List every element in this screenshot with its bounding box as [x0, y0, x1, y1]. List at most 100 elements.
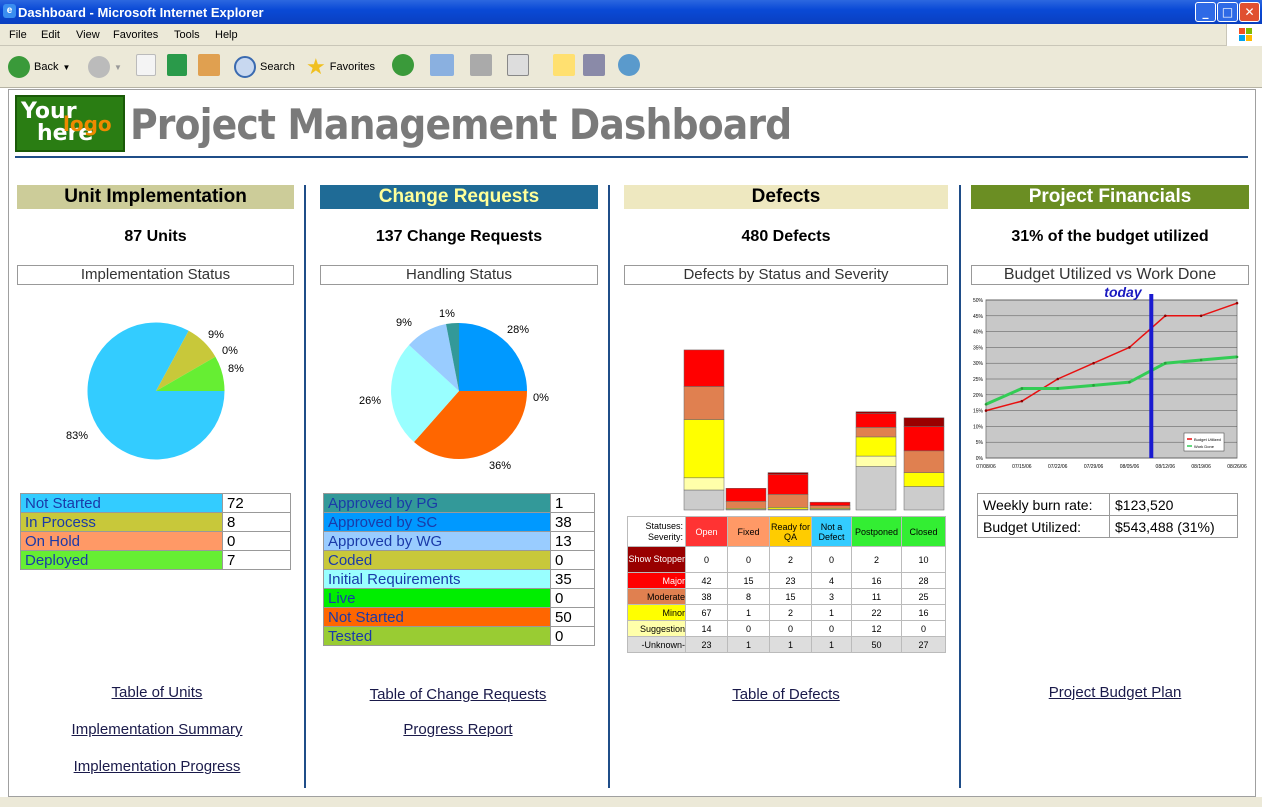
- handling-status-title: Handling Status: [320, 265, 598, 285]
- unit-count: 87 Units: [124, 228, 187, 245]
- x-tick-label: 07/08/06: [976, 464, 996, 470]
- severity-row-unknown: -Unknown- 23 1 1 1 50 27: [627, 636, 946, 653]
- project-budget-plan-link[interactable]: Project Budget Plan: [971, 684, 1259, 701]
- bar-segment: [903, 450, 945, 473]
- search-icon: [234, 56, 256, 78]
- bar-segment: [855, 427, 897, 438]
- x-tick-label: 08/12/06: [1156, 464, 1176, 470]
- handling-status-pie: [391, 322, 527, 460]
- menu-file[interactable]: File: [9, 29, 27, 41]
- data-point: [1092, 384, 1095, 387]
- close-button[interactable]: ✕: [1239, 2, 1260, 22]
- toolbar: Back ▼ ▼ Search ★ Favorites: [0, 46, 1262, 88]
- defects-table: Statuses: Severity: Open Fixed Ready for …: [627, 516, 946, 653]
- menu-help[interactable]: Help: [215, 29, 238, 41]
- windows-logo: [1226, 24, 1262, 46]
- today-label: today: [1104, 286, 1143, 300]
- forward-button[interactable]: ▼: [88, 54, 122, 80]
- defects-header: Defects: [624, 185, 948, 209]
- y-tick-label: 0%: [976, 456, 984, 462]
- stop-icon[interactable]: [136, 54, 156, 76]
- bar-segment: [683, 489, 725, 511]
- edit-icon[interactable]: [507, 54, 529, 76]
- forward-arrow-icon: [88, 56, 110, 78]
- company-logo: Your here logo: [15, 95, 125, 152]
- legend-row: Tested 0: [323, 626, 595, 646]
- minimize-button[interactable]: _: [1195, 2, 1216, 22]
- discuss-icon[interactable]: [553, 54, 575, 76]
- favorites-button[interactable]: ★ Favorites: [306, 54, 375, 80]
- data-point: [1199, 314, 1203, 318]
- defects-status-row: Statuses: Severity: Open Fixed Ready for …: [627, 516, 946, 547]
- back-arrow-icon: [8, 56, 30, 78]
- implementation-progress-link[interactable]: Implementation Progress: [17, 758, 297, 775]
- today-marker: [1149, 294, 1154, 458]
- home-icon[interactable]: [198, 54, 220, 76]
- page-title: Project Management Dashboard: [130, 100, 792, 149]
- y-tick-label: 40%: [973, 330, 984, 336]
- project-financials-header: Project Financials: [971, 185, 1249, 209]
- print-icon[interactable]: [470, 54, 492, 76]
- pie-label: 8%: [228, 363, 244, 375]
- defects-stacked-bar-chart: [683, 349, 945, 511]
- bar-segment: [725, 488, 767, 502]
- data-point: [1163, 314, 1167, 318]
- bar-segment: [767, 472, 809, 475]
- bar-segment: [855, 455, 897, 467]
- table-of-defects-link[interactable]: Table of Defects: [624, 686, 948, 703]
- x-tick-label: 07/15/06: [1012, 464, 1032, 470]
- legend-row: Not Started 50: [323, 607, 595, 627]
- y-tick-label: 10%: [973, 424, 984, 430]
- menu-tools[interactable]: Tools: [174, 29, 200, 41]
- defects-chart-title: Defects by Status and Severity: [624, 265, 948, 285]
- implementation-status-title: Implementation Status: [17, 265, 294, 285]
- menu-view[interactable]: View: [76, 29, 100, 41]
- implementation-status-pie: [87, 322, 225, 460]
- legend-label: Work Done: [1194, 444, 1215, 449]
- legend-row: Deployed 7: [20, 550, 291, 570]
- y-tick-label: 45%: [973, 314, 984, 320]
- bar-segment: [855, 436, 897, 457]
- messenger-icon[interactable]: [618, 54, 640, 76]
- weekly-burn-row: Weekly burn rate: $123,520: [977, 493, 1238, 516]
- bar-segment: [683, 386, 725, 420]
- pie-label: 28%: [507, 324, 530, 336]
- implementation-legend-table: Not Started 72 In Process 8 On Hold 0 Deplo…: [20, 493, 291, 570]
- pie-label: 0%: [222, 345, 238, 357]
- legend-row: On Hold 0: [20, 531, 291, 551]
- data-point: [1020, 387, 1024, 390]
- research-icon[interactable]: [583, 54, 605, 76]
- x-tick-label: 08/26/06: [1227, 464, 1247, 470]
- budget-utilized-summary: 31% of the budget utilized: [1011, 228, 1209, 245]
- table-of-change-requests-link[interactable]: Table of Change Requests: [318, 686, 598, 703]
- progress-report-link[interactable]: Progress Report: [318, 721, 598, 738]
- mail-icon[interactable]: [430, 54, 454, 76]
- legend-row: Not Started 72: [20, 493, 291, 513]
- search-button[interactable]: Search: [234, 54, 295, 80]
- severity-row-major: Major 42 15 23 4 16 28: [627, 572, 946, 589]
- table-of-units-link[interactable]: Table of Units: [17, 684, 297, 701]
- history-icon[interactable]: [392, 54, 414, 76]
- maximize-button[interactable]: □: [1217, 2, 1238, 22]
- bar-segment: [855, 411, 897, 414]
- implementation-summary-link[interactable]: Implementation Summary: [17, 721, 297, 738]
- data-point: [1092, 361, 1095, 365]
- legend-row: Approved by PG 1: [323, 493, 595, 513]
- data-point: [1128, 346, 1131, 349]
- legend-row: Approved by SC 38: [323, 512, 595, 532]
- data-point: [1235, 301, 1239, 305]
- bar-segment: [809, 501, 851, 506]
- y-tick-label: 5%: [976, 440, 984, 446]
- menu-favorites[interactable]: Favorites: [113, 29, 158, 41]
- defects-count: 480 Defects: [741, 228, 831, 245]
- bar-segment: [903, 417, 945, 427]
- severity-row-suggestion: Suggestion 14 0 0 0 12 0: [627, 620, 946, 637]
- back-button[interactable]: Back ▼: [8, 54, 70, 80]
- menu-edit[interactable]: Edit: [41, 29, 60, 41]
- bar-segment: [767, 494, 809, 508]
- star-icon: ★: [306, 54, 326, 79]
- x-tick-label: 07/29/06: [1084, 464, 1104, 470]
- refresh-icon[interactable]: [167, 54, 187, 76]
- pie-label: 26%: [359, 395, 382, 407]
- legend-row: Approved by WG 13: [323, 531, 595, 551]
